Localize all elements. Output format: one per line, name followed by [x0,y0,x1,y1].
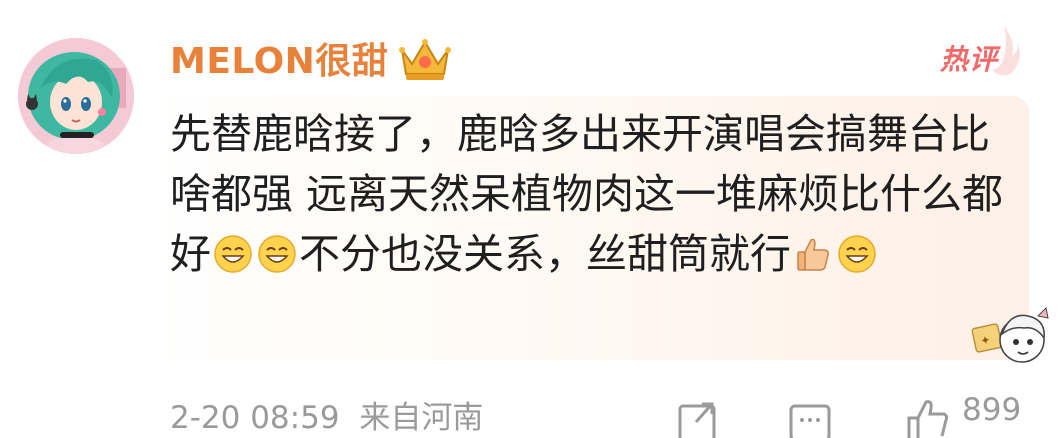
chibi-sticker-icon: ✦ [971,306,1049,363]
username[interactable]: MELON很甜 [170,36,388,88]
like-count: 899 [962,392,1022,428]
grin-emoji [837,230,877,273]
share-icon[interactable] [676,398,720,438]
comment-text: 先替鹿晗接了，鹿晗多出来开演唱会搞舞台比啥都强 远离天然呆植物肉这一堆麻烦比什么… [170,104,1010,284]
reply-icon[interactable] [788,398,832,438]
avatar[interactable] [18,38,134,154]
thumbs-up-emoji [793,230,833,271]
comment-text-part2: 不分也没关系，丝甜筒就行 [299,230,791,278]
grin-emoji [213,230,253,273]
timestamp: 2-20 08:59 [170,400,340,436]
crown-icon [396,34,454,84]
location: 来自河南 [359,400,484,436]
like-icon[interactable] [906,398,950,438]
grin-emoji [257,230,297,273]
comment-meta: 2-20 08:59 来自河南 [170,392,483,437]
hot-comment-badge: 热评 [940,43,999,76]
